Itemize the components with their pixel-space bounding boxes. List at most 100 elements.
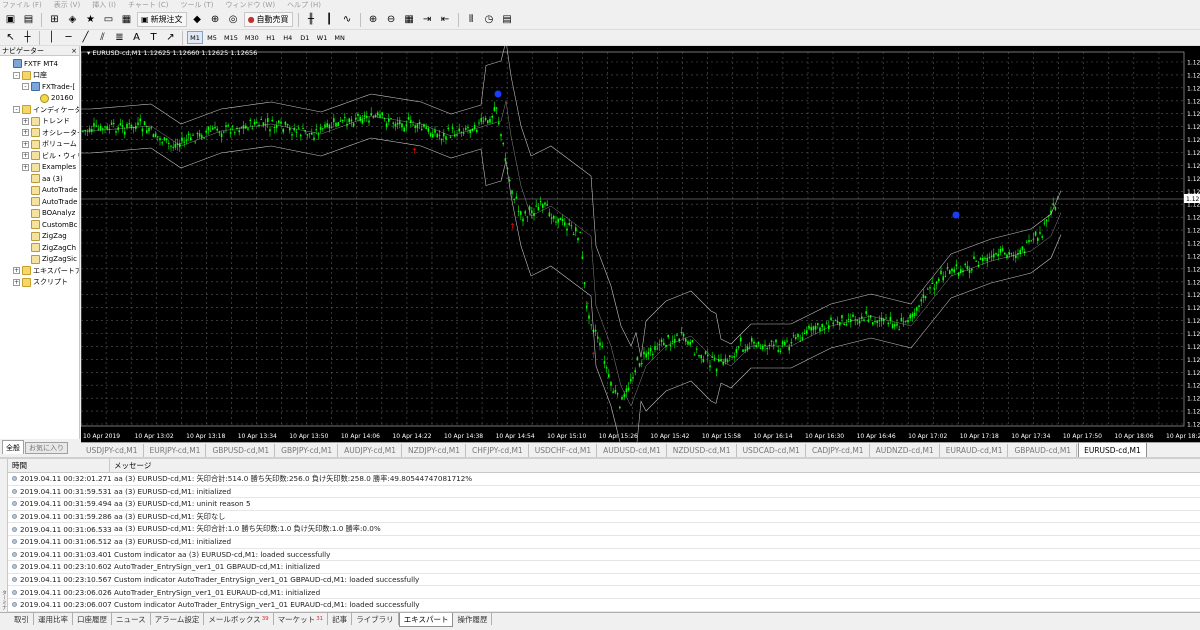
terminal-tab[interactable]: アラーム設定 bbox=[151, 613, 205, 625]
navigator-item[interactable]: ZigZag bbox=[0, 231, 79, 243]
terminal-tab[interactable]: 操作履歴 bbox=[453, 613, 493, 625]
navigator-item[interactable]: ZigZagCh bbox=[0, 242, 79, 254]
navigator-tab[interactable]: 全般 bbox=[2, 440, 24, 454]
navigator-item[interactable]: + ビル・ウィリ bbox=[0, 150, 79, 162]
log-row[interactable]: 2019.04.11 00:31:59.531 aa (3) EURUSD-cd,… bbox=[8, 486, 1200, 499]
close-icon[interactable]: × bbox=[71, 47, 77, 55]
auto-trading-button[interactable]: ● 自動売買 bbox=[243, 12, 293, 27]
log-row[interactable]: 2019.04.11 00:31:03.401 Custom indicator … bbox=[8, 549, 1200, 562]
signals-icon[interactable]: ◎ bbox=[226, 12, 241, 27]
expand-icon[interactable]: + bbox=[22, 163, 29, 171]
symbol-tab[interactable]: NZDJPY-cd,M1 bbox=[403, 444, 467, 457]
symbol-tab[interactable]: AUDJPY-cd,M1 bbox=[339, 444, 403, 457]
bar-chart-icon[interactable]: ╫ bbox=[304, 12, 319, 27]
menu-item[interactable]: ヘルプ (H) bbox=[287, 0, 321, 10]
metaeditor-icon[interactable]: ◆ bbox=[190, 12, 205, 27]
symbol-tab[interactable]: USDCHF-cd,M1 bbox=[530, 444, 598, 457]
templates-icon[interactable]: ▤ bbox=[500, 12, 515, 27]
expand-icon[interactable]: + bbox=[13, 267, 20, 275]
symbol-tab[interactable]: EURJPY-cd,M1 bbox=[145, 444, 207, 457]
log-row[interactable]: 2019.04.11 00:32:01.271 aa (3) EURUSD-cd,… bbox=[8, 473, 1200, 486]
zoom-out-icon[interactable]: ⊖ bbox=[384, 12, 399, 27]
menu-item[interactable]: ファイル (F) bbox=[2, 0, 42, 10]
symbol-tab[interactable]: EURAUD-cd,M1 bbox=[941, 444, 1009, 457]
menu-item[interactable]: ウィンドウ (W) bbox=[225, 0, 275, 10]
new-order-button[interactable]: ▣ 新規注文 bbox=[137, 12, 187, 27]
log-row[interactable]: 2019.04.11 00:31:06.533 aa (3) EURUSD-cd,… bbox=[8, 523, 1200, 536]
symbol-tab[interactable]: GBPJPY-cd,M1 bbox=[276, 444, 339, 457]
market-watch-icon[interactable]: ⊞ bbox=[47, 12, 62, 27]
timeframe-m1-button[interactable]: M1 bbox=[187, 31, 203, 44]
symbol-tab[interactable]: GBPUSD-cd,M1 bbox=[207, 444, 276, 457]
navigator-item[interactable]: - FXTrade-[ bbox=[0, 81, 79, 93]
data-window-icon[interactable]: ◈ bbox=[65, 12, 80, 27]
timeframe-m30-button[interactable]: M30 bbox=[242, 31, 262, 44]
navigator-item[interactable]: - 口座 bbox=[0, 70, 79, 82]
chart-shift-icon[interactable]: ⇤ bbox=[438, 12, 453, 27]
terminal-tab[interactable]: 記事 bbox=[328, 613, 353, 625]
navigator-item[interactable]: - インディケータ bbox=[0, 104, 79, 116]
zoom-in-icon[interactable]: ⊕ bbox=[366, 12, 381, 27]
navigator-item[interactable]: BOAnalyz bbox=[0, 208, 79, 220]
menu-item[interactable]: チャート (C) bbox=[128, 0, 169, 10]
navigator-item[interactable]: + オシレーター bbox=[0, 127, 79, 139]
symbol-tab[interactable]: NZDUSD-cd,M1 bbox=[668, 444, 737, 457]
navigator-item[interactable]: + トレンド bbox=[0, 116, 79, 128]
navigator-item[interactable]: + スクリプト bbox=[0, 277, 79, 289]
expand-icon[interactable]: + bbox=[22, 152, 29, 160]
terminal-tab[interactable]: エキスパート bbox=[398, 613, 454, 627]
price-chart[interactable]: 1.12 1.12 1.12 1.12 1.12 1.12 1.12 1.12 1.12 1.12… bbox=[80, 40, 1200, 467]
time-column-header[interactable]: 時間 bbox=[8, 459, 110, 472]
auto-scroll-icon[interactable]: ⇥ bbox=[420, 12, 435, 27]
crosshair-icon[interactable]: ┼ bbox=[20, 30, 35, 45]
symbol-tab[interactable]: USDJPY-cd,M1 bbox=[81, 444, 144, 457]
timeframe-h1-button[interactable]: H1 bbox=[263, 31, 279, 44]
timeframe-d1-button[interactable]: D1 bbox=[297, 31, 313, 44]
navigator-item[interactable]: + Examples bbox=[0, 162, 79, 174]
line-chart-icon[interactable]: ∿ bbox=[340, 12, 355, 27]
menu-item[interactable]: ツール (T) bbox=[180, 0, 213, 10]
navigator-item[interactable]: AutoTrade bbox=[0, 185, 79, 197]
tester-icon[interactable]: ▦ bbox=[119, 12, 134, 27]
terminal-tab[interactable]: 口座履歴 bbox=[73, 613, 112, 625]
options-icon[interactable]: ⊕ bbox=[208, 12, 223, 27]
timeframe-h4-button[interactable]: H4 bbox=[280, 31, 296, 44]
collapse-icon[interactable]: - bbox=[13, 71, 20, 79]
collapse-icon[interactable]: - bbox=[13, 106, 20, 114]
candlestick-icon[interactable]: ┃ bbox=[322, 12, 337, 27]
terminal-icon[interactable]: ▭ bbox=[101, 12, 116, 27]
terminal-tab[interactable]: ニュース bbox=[112, 613, 151, 625]
navigator-item[interactable]: aa (3) bbox=[0, 173, 79, 185]
log-row[interactable]: 2019.04.11 00:23:10.602 AutoTrader_EntryS… bbox=[8, 561, 1200, 574]
tile-windows-icon[interactable]: ▦ bbox=[402, 12, 417, 27]
cursor-icon[interactable]: ↖ bbox=[3, 30, 18, 45]
timeframe-w1-button[interactable]: W1 bbox=[314, 31, 331, 44]
arrows-icon[interactable]: ↗ bbox=[163, 30, 178, 45]
horizontal-line-icon[interactable]: ─ bbox=[61, 30, 76, 45]
navigator-tab[interactable]: お気に入り bbox=[25, 442, 68, 454]
log-row[interactable]: 2019.04.11 00:31:59.494 aa (3) EURUSD-cd,… bbox=[8, 498, 1200, 511]
timeframe-m5-button[interactable]: M5 bbox=[204, 31, 220, 44]
symbol-tab[interactable]: GBPAUD-cd,M1 bbox=[1009, 444, 1078, 457]
channel-icon[interactable]: ⫽ bbox=[95, 30, 110, 45]
navigator-item[interactable]: + ボリューム bbox=[0, 139, 79, 151]
symbol-tab[interactable]: AUDNZD-cd,M1 bbox=[871, 444, 940, 457]
message-column-header[interactable]: メッセージ bbox=[110, 460, 151, 471]
profiles-icon[interactable]: ▤ bbox=[21, 12, 36, 27]
periods-icon[interactable]: ◷ bbox=[482, 12, 497, 27]
timeframe-m15-button[interactable]: M15 bbox=[221, 31, 241, 44]
fibonacci-icon[interactable]: ≣ bbox=[112, 30, 127, 45]
navigator-item[interactable]: + エキスパートアド bbox=[0, 265, 79, 277]
navigator-item[interactable]: 20160 bbox=[0, 93, 79, 105]
menu-item[interactable]: 挿入 (I) bbox=[92, 0, 116, 10]
expand-icon[interactable]: + bbox=[13, 278, 20, 286]
terminal-tab[interactable]: マーケット 31 bbox=[274, 613, 329, 625]
navigator-item[interactable]: ZigZagSic bbox=[0, 254, 79, 266]
symbol-tab[interactable]: USDCAD-cd,M1 bbox=[738, 444, 806, 457]
log-row[interactable]: 2019.04.11 00:31:59.286 aa (3) EURUSD-cd,… bbox=[8, 511, 1200, 524]
log-row[interactable]: 2019.04.11 00:23:10.567 Custom indicator … bbox=[8, 574, 1200, 587]
navigator-item[interactable]: FXTF MT4 bbox=[0, 58, 79, 70]
terminal-tab[interactable]: メールボックス 39 bbox=[204, 613, 274, 625]
log-row[interactable]: 2019.04.11 00:31:06.512 aa (3) EURUSD-cd,… bbox=[8, 536, 1200, 549]
navigator-item[interactable]: CustomBc bbox=[0, 219, 79, 231]
